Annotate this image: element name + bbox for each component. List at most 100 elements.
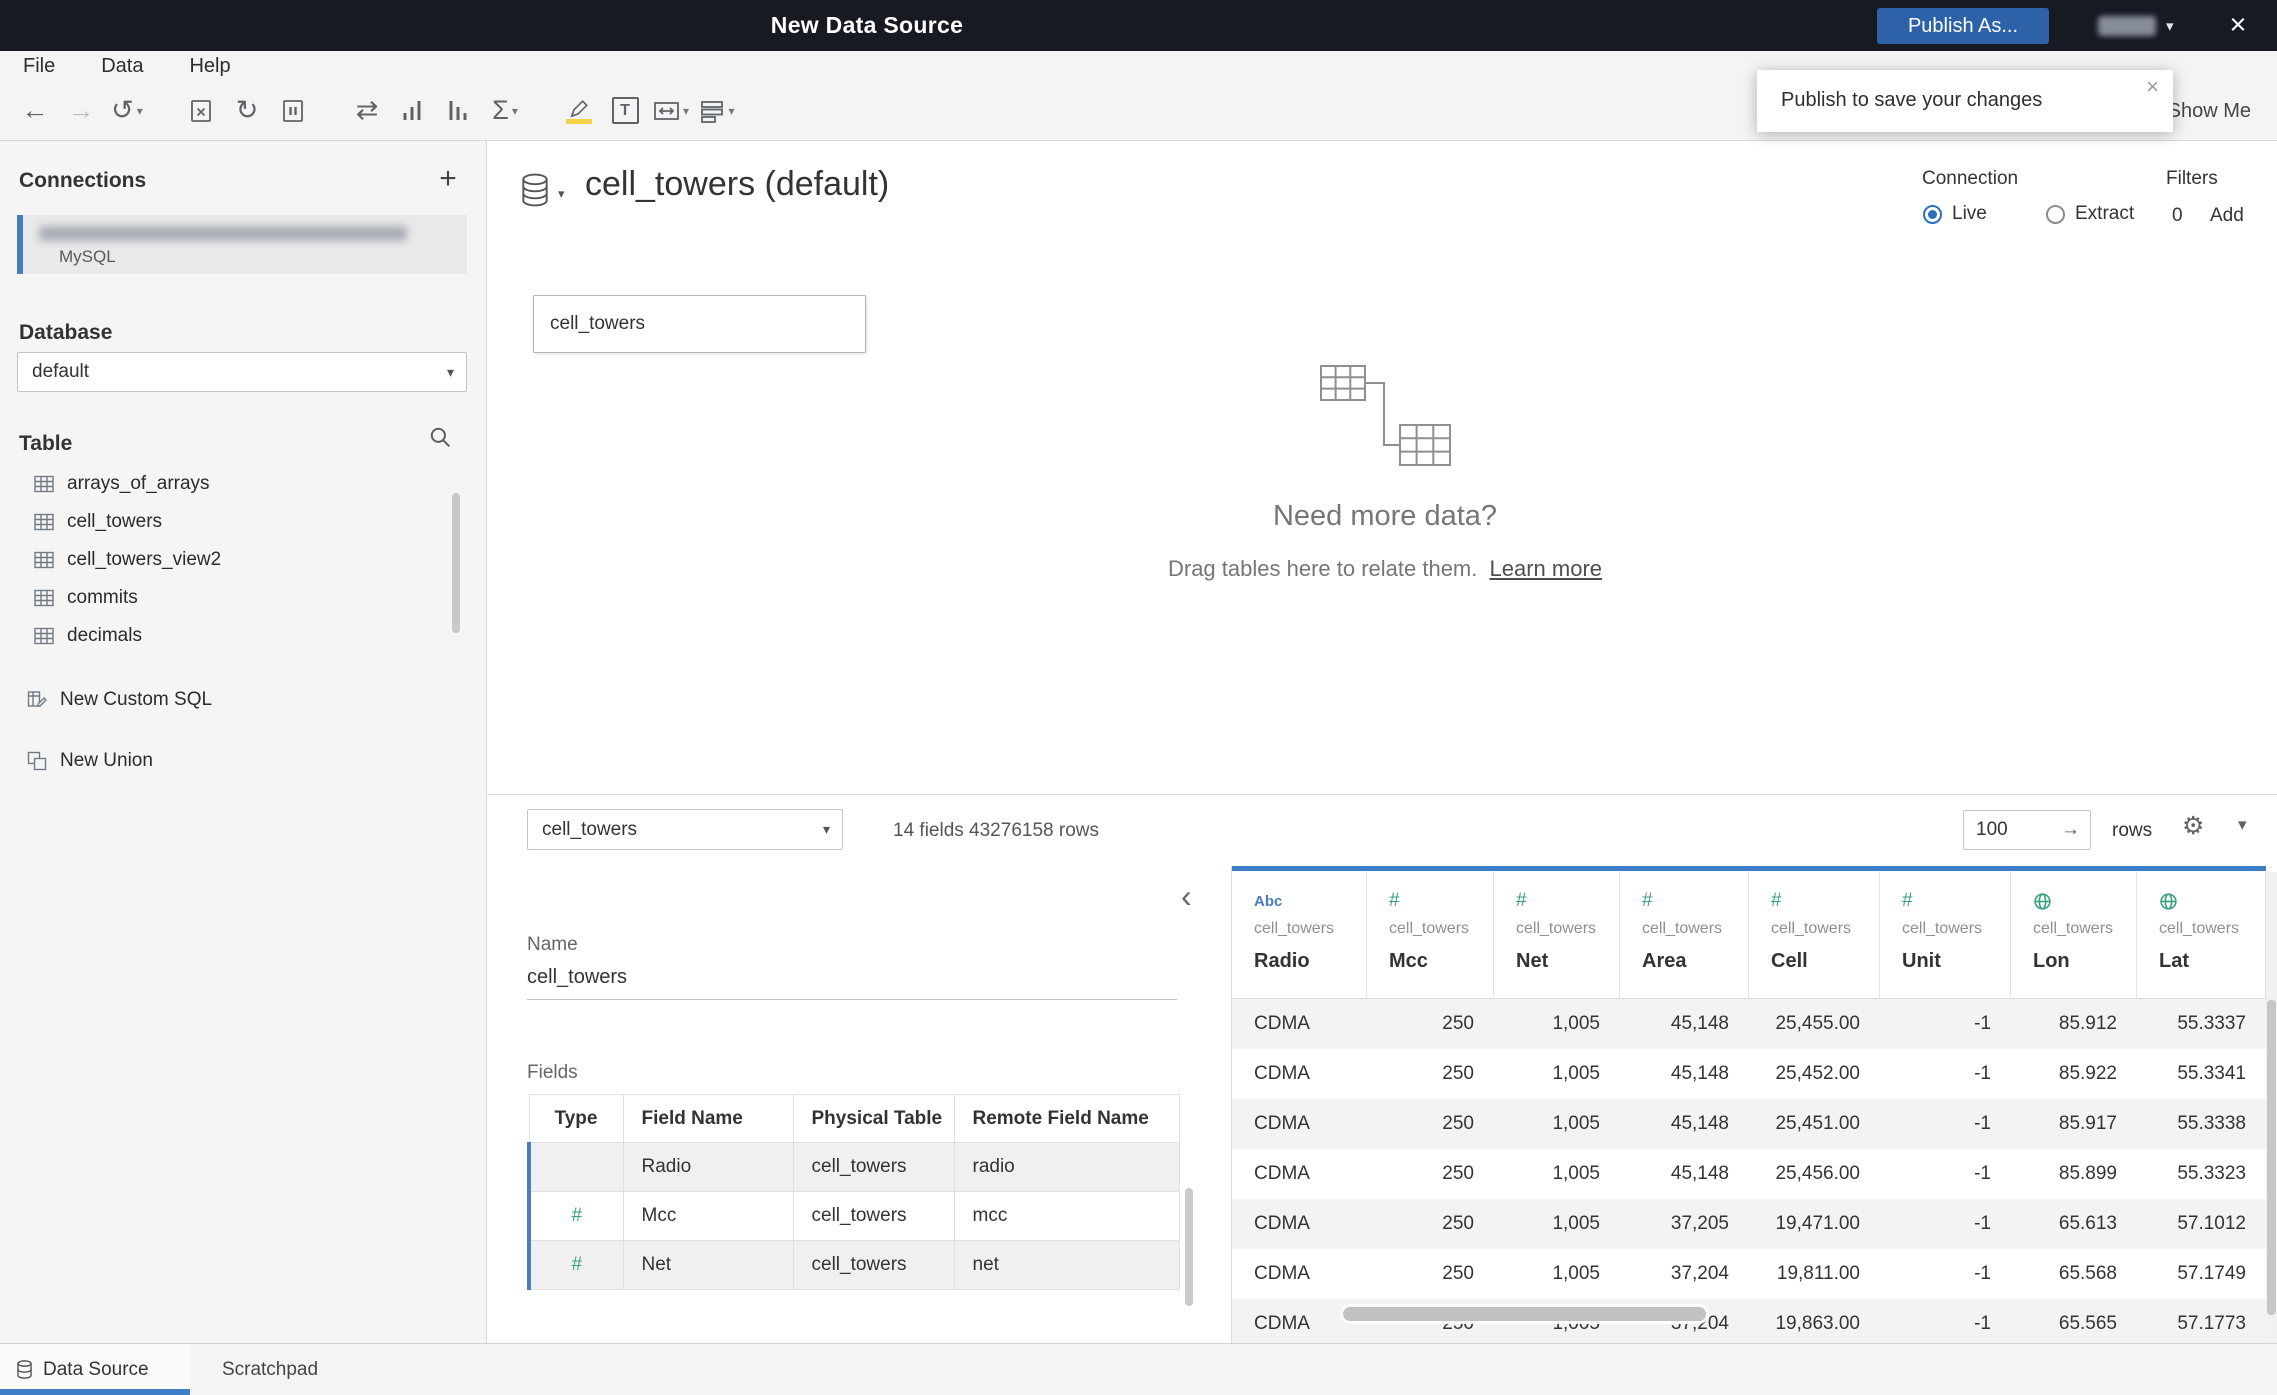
- publish-tooltip: Publish to save your changes ×: [1757, 70, 2173, 132]
- sort-descending-button[interactable]: [436, 88, 482, 134]
- replay-button[interactable]: ↺ ▾: [104, 88, 150, 134]
- grid-column-header[interactable]: # cell_towers Mcc: [1367, 871, 1494, 999]
- grid-column-header[interactable]: Abc cell_towers Radio: [1232, 871, 1367, 999]
- datasource-menu-caret[interactable]: ▾: [558, 186, 565, 202]
- menu-data[interactable]: Data: [101, 55, 143, 78]
- redo-button[interactable]: →: [58, 88, 104, 134]
- table-name: arrays_of_arrays: [67, 473, 210, 494]
- table-list-item[interactable]: arrays_of_arrays: [0, 465, 470, 503]
- field-type-cell: [527, 1142, 624, 1192]
- tab-data-source[interactable]: Data Source: [0, 1344, 190, 1395]
- grid-column-header[interactable]: # cell_towers Area: [1620, 871, 1749, 999]
- radio-live[interactable]: Live: [1923, 203, 1987, 225]
- table-list-item[interactable]: cell_towers_view2: [0, 541, 470, 579]
- logical-table-card[interactable]: cell_towers: [533, 295, 866, 353]
- grid-cell: 57.1749: [2177, 1263, 2246, 1284]
- grid-cell: 37,204: [1670, 1263, 1729, 1284]
- remote-field-cell: mcc: [953, 1191, 1180, 1241]
- row-limit-input[interactable]: [1964, 819, 2040, 841]
- table-list-item[interactable]: cell_towers: [0, 503, 470, 541]
- field-row[interactable]: # Net cell_towers net: [527, 1240, 1180, 1290]
- new-custom-sql-button[interactable]: New Custom SQL: [0, 681, 470, 719]
- grid-cell: 45,148: [1670, 1013, 1729, 1034]
- radio-extract[interactable]: Extract: [2046, 203, 2134, 225]
- highlight-button[interactable]: [556, 88, 602, 134]
- table-list-scrollbar[interactable]: [452, 493, 460, 633]
- field-row[interactable]: # Mcc cell_towers mcc: [527, 1191, 1180, 1241]
- show-hide-cards-button[interactable]: ▾: [694, 88, 740, 134]
- column-table-caption: cell_towers: [1516, 920, 1597, 937]
- search-icon: [430, 427, 450, 447]
- grid-horizontal-scrollbar[interactable]: [1343, 1307, 1706, 1321]
- tab-scratchpad[interactable]: Scratchpad: [200, 1344, 340, 1395]
- table-icon: [34, 551, 54, 569]
- grid-row: CDMA 250 1,005 45,148 25,452.00 -1 85.92…: [1232, 1049, 2266, 1099]
- table-list-item[interactable]: commits: [0, 579, 470, 617]
- sort-ascending-button[interactable]: [390, 88, 436, 134]
- column-table-caption: cell_towers: [1771, 920, 1852, 937]
- show-me-button[interactable]: Show Me: [2168, 81, 2251, 141]
- grid-cell: 65.568: [2058, 1263, 2117, 1284]
- undo-button[interactable]: ←: [12, 88, 58, 134]
- table-icon: [34, 475, 54, 493]
- menu-file[interactable]: File: [23, 55, 55, 78]
- collapse-metadata-button[interactable]: ‹: [1181, 880, 1192, 912]
- grid-cell: -1: [1974, 1113, 1991, 1134]
- add-connection-button[interactable]: +: [430, 161, 466, 197]
- table-selector[interactable]: cell_towers ▾: [527, 809, 843, 850]
- grid-settings-button[interactable]: ⚙: [2182, 811, 2204, 841]
- show-hide-cards-icon: [701, 100, 724, 123]
- new-union-button[interactable]: New Union: [0, 742, 470, 780]
- fields-table-scrollbar[interactable]: [1185, 1188, 1193, 1306]
- grid-column-header[interactable]: cell_towers Lat: [2137, 871, 2266, 999]
- pause-auto-updates-button[interactable]: [270, 88, 316, 134]
- menu-help[interactable]: Help: [189, 55, 230, 78]
- clear-sheet-button[interactable]: [178, 88, 224, 134]
- canvas-divider: [487, 794, 2277, 795]
- connections-sidebar: Connections + MySQL Database default ▾ T…: [0, 141, 487, 1343]
- field-row[interactable]: Radio cell_towers radio: [527, 1142, 1180, 1192]
- grid-column-header[interactable]: # cell_towers Unit: [1880, 871, 2011, 999]
- grid-cell: 57.1012: [2177, 1213, 2246, 1234]
- database-select[interactable]: default ▾: [17, 352, 467, 392]
- clear-sheet-icon: [191, 99, 211, 122]
- fields-table: Type Field Name Physical Table Remote Fi…: [527, 1094, 1180, 1290]
- table-search-button[interactable]: [428, 425, 452, 452]
- fit-button[interactable]: ▾: [648, 88, 694, 134]
- account-menu[interactable]: ▾: [2098, 11, 2198, 41]
- field-type-cell: #: [527, 1240, 624, 1290]
- metadata-panel: ‹ Name Fields Type Field Name Physical T…: [487, 866, 1232, 1343]
- apply-row-limit-icon[interactable]: →: [2061, 819, 2090, 841]
- swap-rows-columns-button[interactable]: ⇄: [344, 88, 390, 134]
- totals-button[interactable]: Σ ▾: [482, 88, 528, 134]
- field-name-cell: Radio: [622, 1142, 794, 1192]
- number-type-icon: #: [571, 1205, 583, 1226]
- grid-vertical-scrollbar[interactable]: [2267, 1000, 2276, 1315]
- refresh-data-button[interactable]: ↻: [224, 88, 270, 134]
- collapse-pane-button[interactable]: ▾: [2238, 815, 2247, 835]
- grid-cell: CDMA: [1254, 1013, 1310, 1034]
- grid-column-header[interactable]: # cell_towers Net: [1494, 871, 1620, 999]
- filters-add-link[interactable]: Add: [2210, 205, 2244, 227]
- grid-column-header[interactable]: # cell_towers Cell: [1749, 871, 1880, 999]
- grid-row: CDMA 250 1,005 37,204 19,811.00 -1 65.56…: [1232, 1249, 2266, 1299]
- table-icon: [34, 627, 54, 645]
- grid-cell: 85.917: [2058, 1113, 2117, 1134]
- globe-icon: [2160, 892, 2177, 910]
- remote-field-cell: radio: [953, 1142, 1180, 1192]
- number-type-icon: #: [1516, 890, 1527, 911]
- learn-more-link[interactable]: Learn more: [1490, 556, 1603, 581]
- table-list: arrays_of_arrays cell_towers cell_towers…: [0, 465, 470, 655]
- tooltip-close-icon[interactable]: ×: [2146, 74, 2159, 100]
- publish-as-button[interactable]: Publish As...: [1877, 8, 2049, 44]
- fields-header-row: Type Field Name Physical Table Remote Fi…: [528, 1094, 1180, 1143]
- grid-cell: 37,205: [1670, 1213, 1729, 1234]
- table-name-input[interactable]: [527, 966, 1177, 1000]
- window-close-button[interactable]: ×: [2216, 5, 2260, 45]
- connection-item[interactable]: MySQL: [17, 215, 467, 274]
- grid-cell: 45,148: [1670, 1113, 1729, 1134]
- field-type-cell: #: [527, 1191, 624, 1241]
- grid-column-header[interactable]: cell_towers Lon: [2011, 871, 2137, 999]
- text-annotation-button[interactable]: T: [602, 88, 648, 134]
- table-list-item[interactable]: decimals: [0, 617, 470, 655]
